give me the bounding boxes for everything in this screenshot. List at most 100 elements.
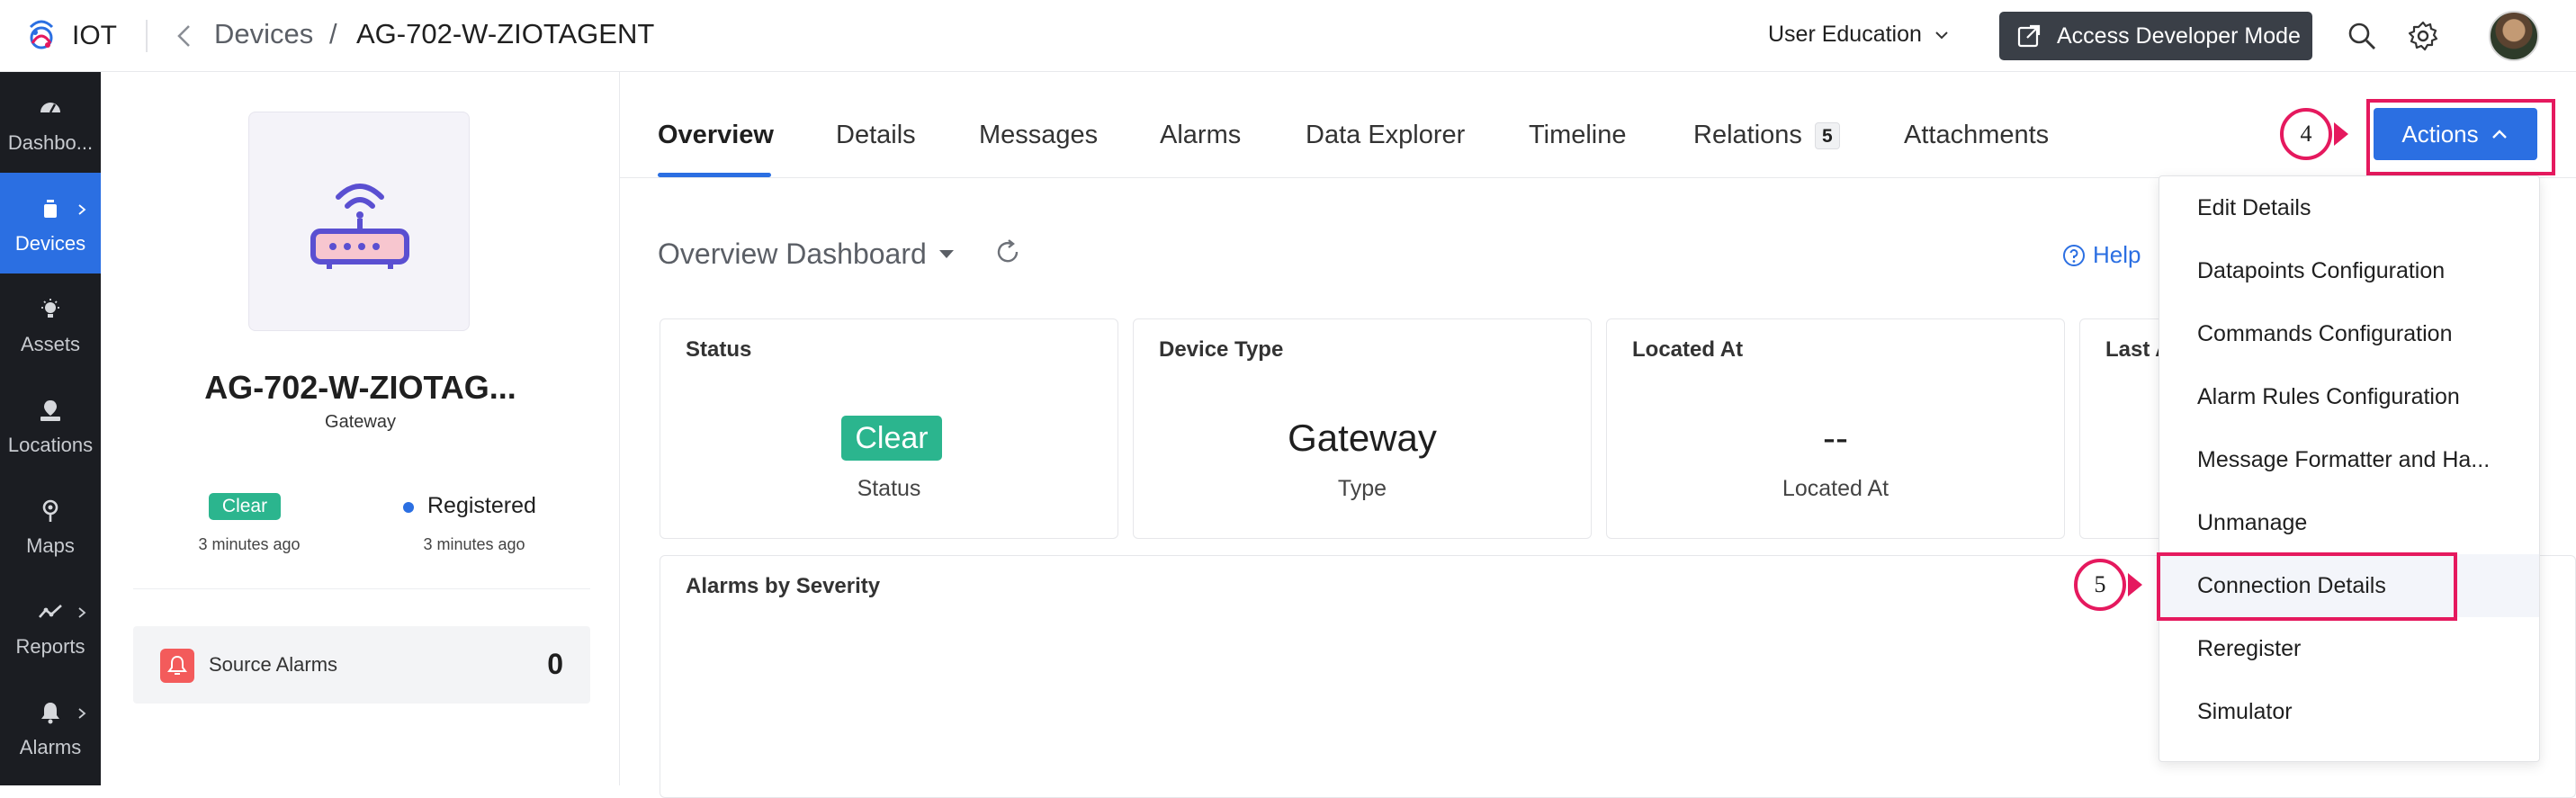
actions-label: Actions (2401, 120, 2479, 148)
menu-item-simulator[interactable]: Simulator (2159, 680, 2539, 743)
breadcrumb-devices[interactable]: Devices (214, 18, 313, 50)
location-icon (40, 400, 60, 421)
sidebar-item-devices[interactable]: Devices (0, 173, 101, 273)
tab-relations-label: Relations (1693, 121, 1802, 149)
device-image (248, 112, 470, 331)
reports-icon (39, 605, 62, 618)
external-link-icon (2017, 24, 2041, 48)
bell-icon (167, 655, 187, 675)
chevron-right-icon (78, 708, 86, 719)
tab-details[interactable]: Details (836, 121, 916, 150)
status-clear-badge: Clear (841, 416, 942, 461)
caret-down-icon (938, 250, 954, 258)
tab-messages[interactable]: Messages (979, 121, 1098, 150)
sidebar-item-label: Assets (20, 333, 81, 355)
bell-icon (41, 703, 59, 724)
tab-alarms[interactable]: Alarms (1160, 121, 1241, 150)
iot-logo-icon (29, 20, 54, 49)
sidebar-item-label: Dashbo... (7, 131, 94, 154)
menu-item-edit-details[interactable]: Edit Details (2159, 176, 2539, 239)
annotation-step-5: 5 (2074, 559, 2126, 611)
card-title: Alarms by Severity (686, 574, 881, 598)
refresh-icon[interactable] (993, 238, 1022, 266)
registration-time: 3 minutes ago (423, 535, 525, 553)
source-alarms-row[interactable]: Source Alarms 0 (133, 626, 590, 704)
breadcrumb-separator: / (329, 18, 337, 49)
menu-item-unmanage[interactable]: Unmanage (2159, 491, 2539, 554)
annotation-step-4: 4 (2280, 108, 2332, 160)
status-card: Status Clear Status (660, 318, 1118, 539)
breadcrumb-current: AG-702-W-ZIOTAGENT (356, 18, 655, 49)
panel-divider (133, 588, 590, 589)
sidebar-item-label: Reports (15, 635, 85, 658)
sidebar-item-locations[interactable]: Locations (0, 374, 101, 475)
left-sidebar: Dashbo... Devices Assets Locations Maps … (0, 72, 101, 785)
device-icon (44, 200, 57, 218)
sidebar-item-reports[interactable]: Reports (0, 576, 101, 677)
card-value: -- (1823, 417, 1848, 459)
chevron-down-icon (1935, 31, 1948, 39)
top-bar: IOT Devices / AG-702-W-ZIOTAGENT User Ed… (0, 0, 2576, 72)
status-badge: Clear (209, 493, 281, 520)
help-label: Help (2093, 241, 2141, 268)
device-type-card: Device Type Gateway Type (1133, 318, 1592, 539)
tab-timeline[interactable]: Timeline (1529, 121, 1627, 150)
avatar[interactable] (2489, 11, 2539, 61)
actions-dropdown-menu: Edit Details Datapoints Configuration Co… (2159, 175, 2540, 762)
source-alarms-count: 0 (547, 648, 563, 680)
menu-item-datapoints-configuration[interactable]: Datapoints Configuration (2159, 239, 2539, 302)
alarm-bell-badge (160, 649, 194, 683)
tab-overview[interactable]: Overview (658, 121, 774, 150)
help-link[interactable]: Help (2062, 241, 2141, 269)
located-at-card: Located At -- Located At (1606, 318, 2065, 539)
card-subtitle: Type (1337, 476, 1387, 501)
actions-button[interactable]: Actions (2374, 108, 2537, 160)
map-pin-icon (42, 499, 58, 522)
dashboard-icon (40, 103, 60, 113)
registration-status: Registered (427, 493, 536, 518)
brand[interactable]: IOT (23, 18, 117, 54)
asset-icon (41, 299, 59, 318)
help-circle-icon (2063, 244, 2085, 266)
overview-dashboard-selector[interactable]: Overview Dashboard (658, 238, 954, 271)
relations-count-badge: 5 (1814, 122, 1840, 150)
card-subtitle: Located At (1782, 476, 1889, 501)
annotation-arrow-4 (2334, 122, 2348, 146)
gear-icon[interactable] (2407, 20, 2439, 52)
sidebar-item-alarms[interactable]: Alarms (0, 677, 101, 777)
back-chevron-icon[interactable] (171, 22, 200, 50)
annotation-highlight-connection-details (2157, 552, 2457, 621)
tab-relations[interactable]: Relations 5 (1693, 121, 1840, 150)
device-type: Gateway (325, 412, 396, 432)
sidebar-item-dashboard[interactable]: Dashbo... (0, 72, 101, 173)
chevron-right-icon (78, 607, 86, 618)
sidebar-item-label: Devices (14, 232, 86, 255)
sidebar-item-label: Alarms (19, 736, 82, 758)
annotation-arrow-5 (2128, 573, 2142, 596)
tab-attachments[interactable]: Attachments (1904, 121, 2049, 150)
device-name: AG-702-W-ZIOTAG... (204, 369, 516, 406)
chevron-right-icon (78, 204, 86, 215)
card-title: Located At (1632, 337, 1744, 362)
registration-dot (403, 502, 414, 513)
developer-mode-button[interactable]: Access Developer Mode (1999, 12, 2312, 60)
org-selector-label: User Education (1768, 22, 1922, 47)
card-value: Gateway (1288, 417, 1437, 459)
menu-item-commands-configuration[interactable]: Commands Configuration (2159, 302, 2539, 365)
overview-dashboard-title: Overview Dashboard (658, 238, 927, 270)
menu-item-alarm-rules-configuration[interactable]: Alarm Rules Configuration (2159, 365, 2539, 428)
menu-item-message-formatter[interactable]: Message Formatter and Ha... (2159, 428, 2539, 491)
sidebar-item-maps[interactable]: Maps (0, 475, 101, 576)
org-selector[interactable]: User Education (1768, 22, 1951, 48)
router-icon (310, 184, 409, 269)
sidebar-item-label: Locations (7, 434, 94, 456)
menu-item-reregister[interactable]: Reregister (2159, 617, 2539, 680)
card-title: Status (686, 337, 752, 362)
card-subtitle: Status (857, 476, 921, 501)
brand-name: IOT (72, 21, 117, 50)
source-alarms-label: Source Alarms (209, 653, 338, 676)
tab-data-explorer[interactable]: Data Explorer (1306, 121, 1465, 150)
sidebar-item-assets[interactable]: Assets (0, 273, 101, 374)
card-title: Device Type (1159, 337, 1284, 362)
search-icon[interactable] (2346, 20, 2378, 52)
